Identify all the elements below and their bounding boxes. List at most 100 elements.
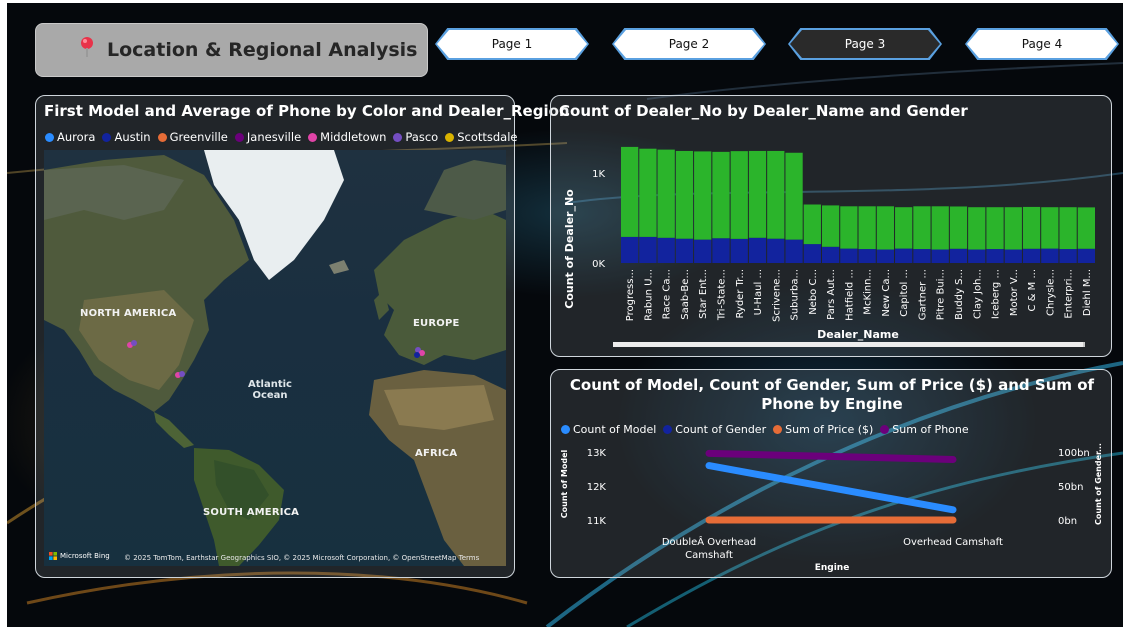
bar-segment-male[interactable] — [858, 206, 876, 250]
bar-segment-male[interactable] — [876, 206, 895, 250]
bar-segment-female[interactable] — [767, 238, 785, 263]
map-credit[interactable]: © 2025 TomTom, Earthstar Geographics SIO… — [124, 554, 479, 562]
line-left-tick: 11K — [587, 516, 607, 527]
bar-segment-male[interactable] — [1041, 207, 1059, 249]
legend-dot — [308, 132, 318, 142]
bar-segment-female[interactable] — [639, 236, 657, 263]
bar-segment-female[interactable] — [913, 249, 931, 263]
bar-segment-female[interactable] — [840, 248, 858, 263]
bar-x-tick: Clay Joh... — [972, 269, 983, 319]
legend-dot — [445, 132, 455, 142]
bar-segment-female[interactable] — [986, 249, 1004, 263]
bar-segment-male[interactable] — [712, 151, 730, 239]
legend-dot — [157, 132, 167, 142]
bar-x-tick: McKinn... — [863, 269, 874, 315]
bar-segment-male[interactable] — [675, 150, 694, 239]
bar-segment-male[interactable] — [803, 204, 821, 245]
nav-button-page-3[interactable]: Page 3 — [790, 30, 940, 58]
bar-segment-female[interactable] — [1022, 248, 1041, 263]
bar-segment-female[interactable] — [694, 239, 712, 263]
bar-segment-male[interactable] — [840, 206, 858, 249]
bar-segment-male[interactable] — [986, 207, 1004, 250]
bar-chart-svg: Count of Dealer_No Dealer_Name 0K 1K Prog… — [563, 146, 1095, 347]
bar-x-tick: Race Ca... — [662, 269, 673, 319]
legend-item-aurora[interactable]: Aurora — [45, 130, 95, 144]
map-visual[interactable]: First Model and Average of Phone by Colo… — [35, 95, 570, 578]
bar-segment-female[interactable] — [657, 237, 675, 263]
bar-segment-male[interactable] — [1077, 207, 1095, 249]
bar-segment-male[interactable] — [657, 149, 675, 238]
bar-scrollbar-thumb[interactable] — [613, 342, 1083, 347]
legend-item-scottsdale[interactable]: Scottsdale — [445, 130, 518, 144]
bar-segment-female[interactable] — [1077, 248, 1095, 263]
bar-x-tick: Progress... — [625, 269, 636, 321]
bar-segment-male[interactable] — [1022, 206, 1041, 249]
bar-segment-male[interactable] — [748, 150, 767, 238]
line-x-tick: Camshaft — [685, 550, 733, 561]
bar-segment-female[interactable] — [712, 238, 730, 263]
bar-segment-female[interactable] — [1059, 249, 1077, 263]
bar-segment-male[interactable] — [1004, 207, 1022, 250]
legend-label: Pasco — [405, 130, 439, 144]
map-visual-title: First Model and Average of Phone by Colo… — [44, 102, 570, 120]
legend-dot — [102, 132, 112, 142]
bar-segment-female[interactable] — [895, 248, 913, 263]
legend-item-middletown[interactable]: Middletown — [308, 130, 386, 144]
bar-segment-female[interactable] — [949, 248, 968, 263]
bar-x-tick: Diehl M... — [1082, 269, 1093, 316]
line-x-tick: Overhead Camshaft — [903, 537, 1003, 548]
line-series-sum-of-phone[interactable] — [705, 449, 957, 463]
bar-segment-female[interactable] — [803, 244, 821, 263]
bar-segment-male[interactable] — [621, 146, 639, 237]
bar-segment-male[interactable] — [694, 151, 712, 240]
map-canvas[interactable]: NORTH AMERICA EUROPE Atlantic Ocean AFRI… — [44, 150, 506, 566]
bar-x-tick: Chrysle... — [1045, 269, 1056, 316]
bar-segment-female[interactable] — [675, 238, 694, 263]
bar-segment-female[interactable] — [876, 249, 895, 264]
line-series-count-of-model[interactable] — [705, 462, 957, 514]
bar-segment-male[interactable] — [895, 207, 913, 249]
bar-y-tick: 0K — [592, 259, 605, 270]
bar-segment-female[interactable] — [621, 236, 639, 263]
bar-segment-female[interactable] — [730, 238, 748, 263]
legend-item-pasco[interactable]: Pasco — [393, 130, 438, 144]
legend-label: Middletown — [320, 130, 387, 144]
nav-button-page-4[interactable]: Page 4 — [967, 30, 1117, 58]
line-chart-visual[interactable]: Count of Model, Count of Gender, Sum of … — [550, 369, 1112, 578]
line-left-tick: 12K — [587, 482, 607, 493]
map-point — [131, 340, 137, 346]
bar-segment-male[interactable] — [949, 206, 968, 249]
bar-segment-female[interactable] — [1004, 249, 1022, 264]
nav-button-page-2[interactable]: Page 2 — [614, 30, 764, 58]
bar-segment-female[interactable] — [931, 249, 949, 264]
bar-segment-male[interactable] — [730, 151, 748, 239]
bar-segment-male[interactable] — [785, 152, 803, 240]
legend-item-austin[interactable]: Austin — [102, 130, 151, 144]
bar-segment-female[interactable] — [748, 237, 767, 263]
legend-item-greenville[interactable]: Greenville — [157, 130, 228, 144]
bar-segment-female[interactable] — [968, 249, 986, 264]
bar-x-tick: Saab-Be... — [680, 269, 691, 320]
bar-segment-female[interactable] — [858, 249, 876, 263]
bar-segment-male[interactable] — [821, 205, 840, 247]
bar-segment-male[interactable] — [913, 206, 931, 250]
bar-x-tick: U-Haul ... — [753, 269, 764, 315]
bar-segment-female[interactable] — [821, 246, 840, 263]
bar-segment-male[interactable] — [767, 150, 785, 239]
bar-segment-female[interactable] — [785, 239, 803, 263]
map-legend: Aurora Austin Greenville Janesville Midd… — [45, 130, 525, 144]
line-right-tick: 100bn — [1058, 448, 1090, 459]
bar-segment-male[interactable] — [1059, 207, 1077, 250]
nav-button-page-1[interactable]: Page 1 — [437, 30, 587, 58]
map-label-atlantic-ocean: Atlantic Ocean — [248, 379, 292, 401]
bar-segment-male[interactable] — [639, 148, 657, 237]
bar-x-tick: Iceberg ... — [991, 269, 1002, 319]
legend-item-janesville[interactable]: Janesville — [234, 130, 301, 144]
bar-segment-male[interactable] — [968, 207, 986, 250]
report-title-box: Location & Regional Analysis — [35, 23, 428, 77]
line-x-tick: DoubleÂ Overhead — [662, 535, 756, 548]
bar-segment-male[interactable] — [931, 206, 949, 250]
bar-y-axis-label: Count of Dealer_No — [563, 189, 576, 309]
bar-chart-visual[interactable]: Count of Dealer_No by Dealer_Name and Ge… — [550, 95, 1112, 357]
bar-segment-female[interactable] — [1041, 248, 1059, 263]
